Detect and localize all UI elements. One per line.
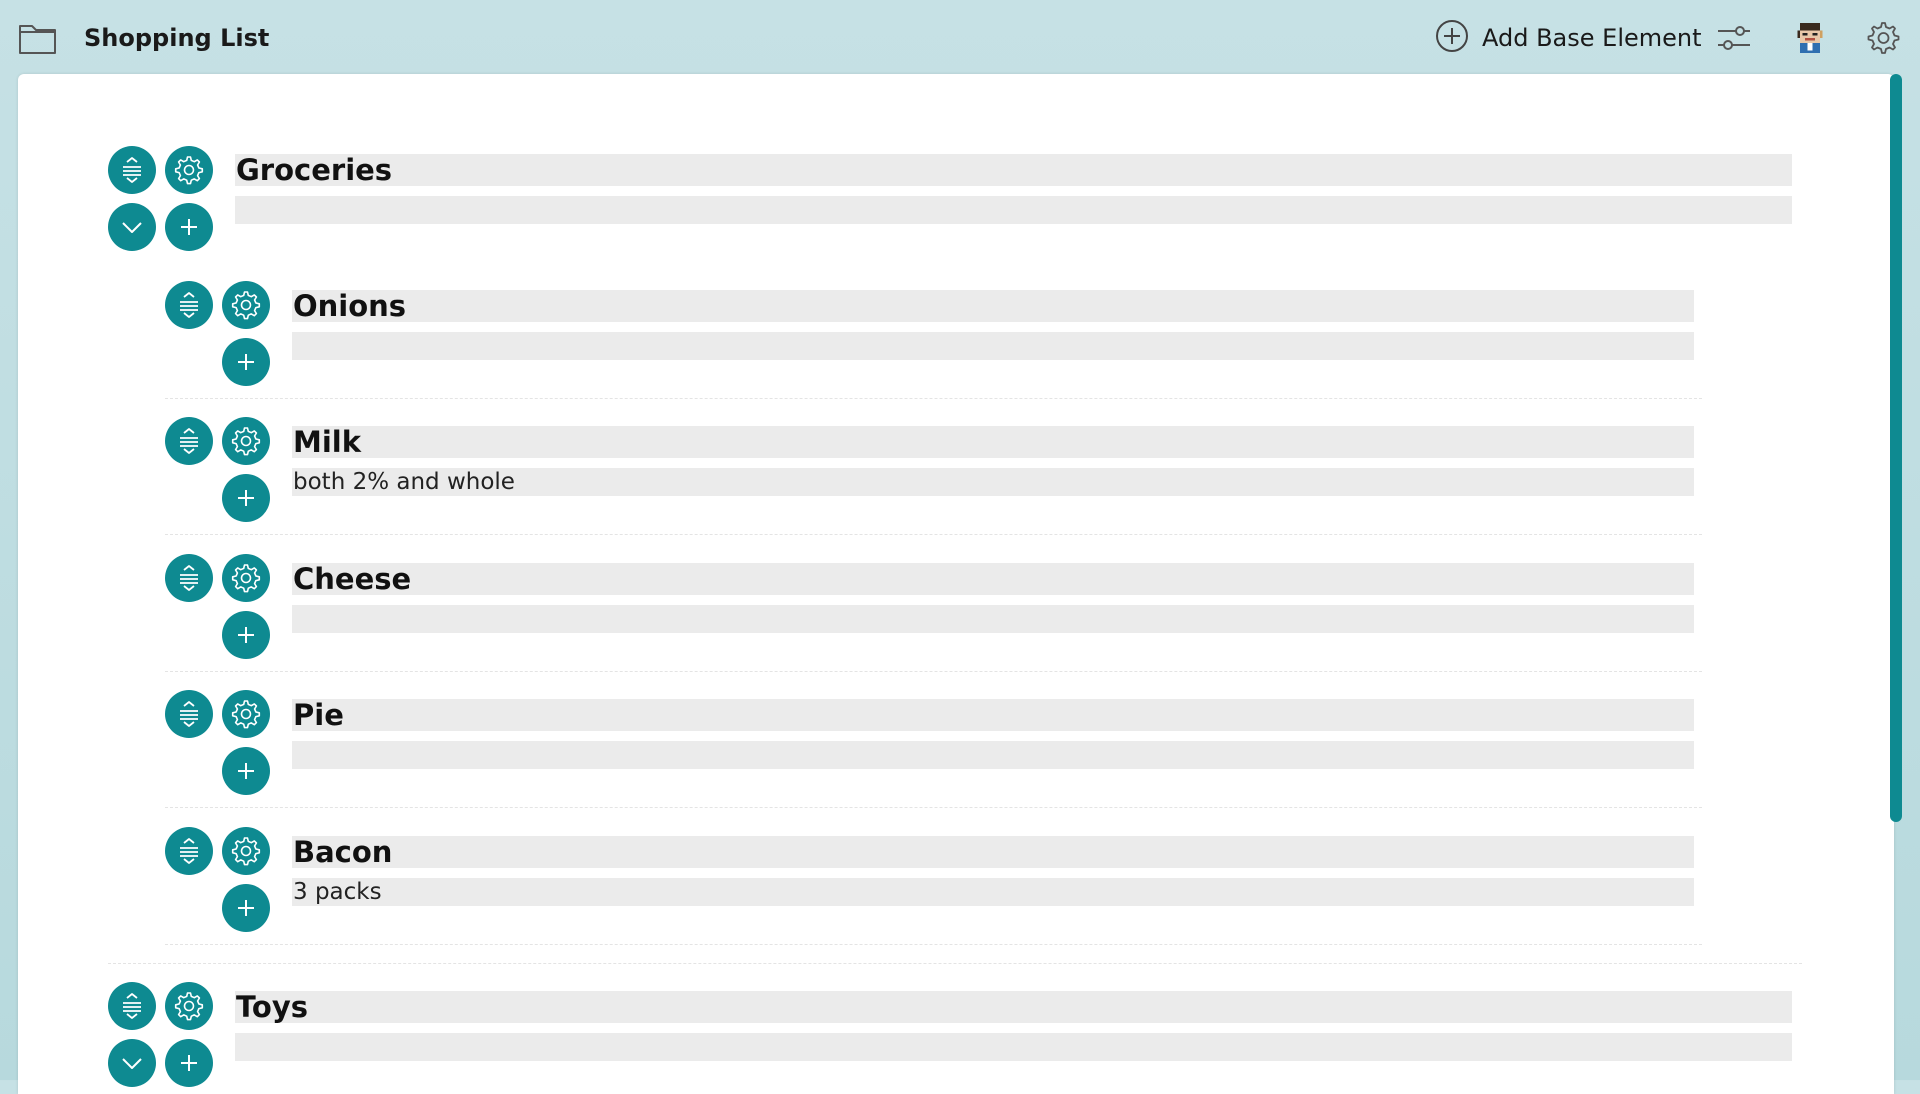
plus-icon (181, 1055, 197, 1071)
item-description-field[interactable]: 3 packs (292, 878, 1694, 906)
add-child-button[interactable] (165, 203, 213, 251)
reorder-icon (123, 157, 141, 183)
item-settings-button[interactable] (222, 690, 270, 738)
add-base-element-button[interactable]: Add Base Element (1434, 18, 1702, 58)
content-panel: Groceries Onions Milk both 2% and whole … (18, 74, 1894, 1094)
reorder-icon (180, 838, 198, 864)
app-title: Shopping List (84, 24, 270, 52)
item-title-field[interactable]: Pie (292, 699, 1694, 731)
add-child-button[interactable] (222, 338, 270, 386)
item-divider (108, 963, 1802, 964)
add-child-button[interactable] (222, 474, 270, 522)
item-divider (165, 398, 1702, 399)
item-settings-button[interactable] (222, 554, 270, 602)
item-description-field[interactable] (235, 1033, 1792, 1061)
item-settings-button[interactable] (222, 417, 270, 465)
gear-icon (231, 291, 261, 320)
item-description-field[interactable]: both 2% and whole (292, 468, 1694, 496)
plus-icon (238, 900, 254, 916)
add-base-element-label: Add Base Element (1482, 24, 1702, 52)
plus-icon (238, 763, 254, 779)
gear-icon[interactable] (1862, 18, 1902, 58)
plus-icon (181, 219, 197, 235)
plus-icon (238, 627, 254, 643)
item-settings-button[interactable] (165, 982, 213, 1030)
title-bar: Shopping List Add Base Element (0, 0, 1920, 74)
item-divider (165, 807, 1702, 808)
plus-icon (238, 354, 254, 370)
reorder-icon (180, 701, 198, 727)
reorder-button[interactable] (108, 982, 156, 1030)
sliders-icon[interactable] (1714, 18, 1754, 58)
item-settings-button[interactable] (222, 827, 270, 875)
item-description-field[interactable] (235, 196, 1792, 224)
item-description-field[interactable] (292, 741, 1694, 769)
add-child-button[interactable] (222, 611, 270, 659)
reorder-button[interactable] (165, 281, 213, 329)
item-title-field[interactable]: Groceries (235, 154, 1792, 186)
chevron-down-icon (122, 222, 142, 233)
gear-icon (174, 992, 204, 1021)
item-divider (165, 671, 1702, 672)
reorder-icon (180, 428, 198, 454)
item-title-field[interactable]: Milk (292, 426, 1694, 458)
item-description-field[interactable] (292, 332, 1694, 360)
gear-icon (231, 837, 261, 866)
gear-icon (174, 156, 204, 185)
item-title-field[interactable]: Onions (292, 290, 1694, 322)
plus-circle-icon (1434, 18, 1470, 59)
reorder-button[interactable] (108, 146, 156, 194)
list-item-groceries: Groceries Onions Milk both 2% and whole … (18, 74, 1894, 964)
chevron-down-icon (122, 1058, 142, 1069)
item-title-field[interactable]: Bacon (292, 836, 1694, 868)
add-child-button[interactable] (222, 747, 270, 795)
gear-icon (231, 700, 261, 729)
reorder-button[interactable] (165, 554, 213, 602)
plus-icon (238, 490, 254, 506)
reorder-button[interactable] (165, 827, 213, 875)
reorder-button[interactable] (165, 690, 213, 738)
add-child-button[interactable] (222, 884, 270, 932)
gear-icon (231, 427, 261, 456)
gear-icon (231, 564, 261, 593)
item-settings-button[interactable] (222, 281, 270, 329)
reorder-icon (180, 292, 198, 318)
pixel-avatar-icon[interactable] (1790, 18, 1830, 58)
item-title-field[interactable]: Toys (235, 991, 1792, 1023)
item-settings-button[interactable] (165, 146, 213, 194)
reorder-button[interactable] (165, 417, 213, 465)
item-divider (165, 534, 1702, 535)
reorder-icon (180, 565, 198, 591)
folder-icon[interactable] (18, 20, 58, 56)
item-divider (165, 944, 1702, 945)
reorder-icon (123, 993, 141, 1019)
vertical-scrollbar[interactable] (1890, 74, 1902, 822)
item-description-field[interactable] (292, 605, 1694, 633)
collapse-button[interactable] (108, 203, 156, 251)
item-title-field[interactable]: Cheese (292, 563, 1694, 595)
